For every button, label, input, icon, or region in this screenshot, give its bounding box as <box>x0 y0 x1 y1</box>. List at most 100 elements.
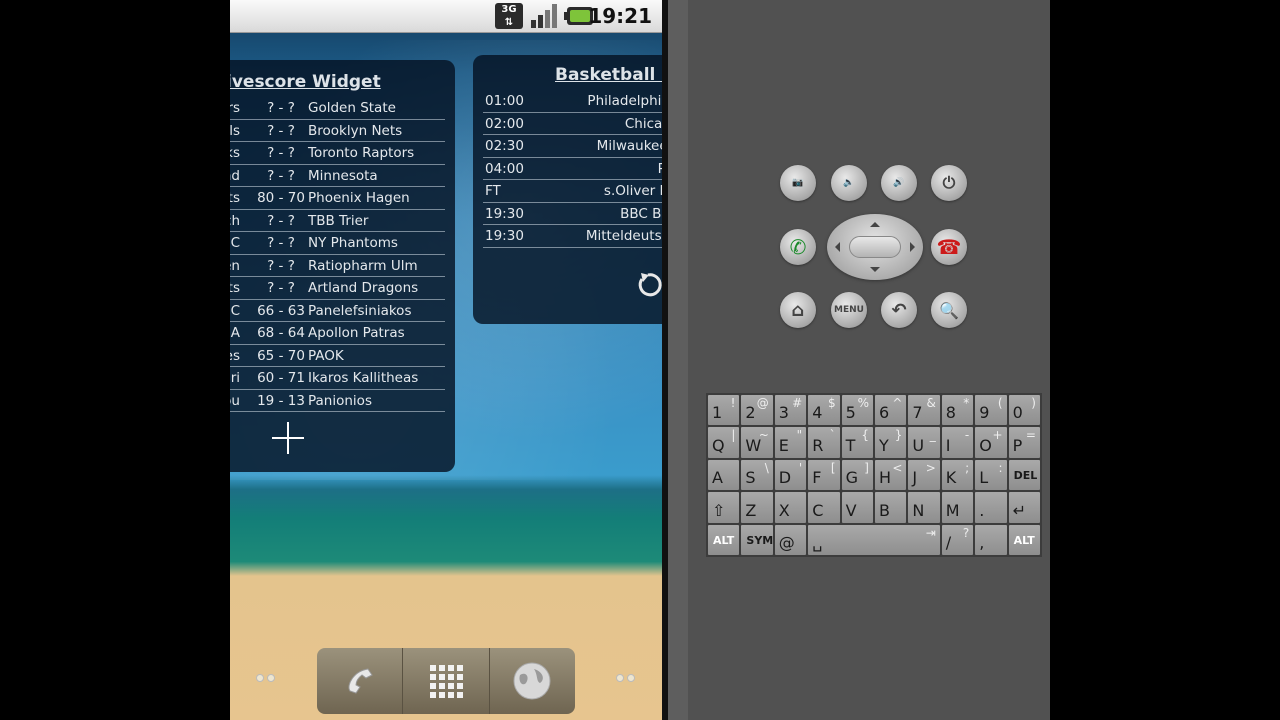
match-row[interactable]: rs ? - ? Golden State <box>230 97 445 120</box>
key-39[interactable]: ↵ <box>1008 492 1040 523</box>
camera-button[interactable]: 📷 <box>780 165 816 201</box>
key-41[interactable]: SYM <box>741 524 773 555</box>
key-12[interactable]: E " <box>774 427 807 458</box>
key-20[interactable]: A <box>708 459 740 491</box>
menu-button[interactable]: MENU <box>831 292 867 328</box>
key-36[interactable]: N <box>908 492 940 523</box>
key-22[interactable]: D ' <box>774 459 807 491</box>
dpad-up-arrow[interactable] <box>870 217 880 227</box>
match-row[interactable]: ch ? - ? TBB Trier <box>230 210 445 232</box>
key-21[interactable]: S \ <box>741 459 773 491</box>
score: ? - ? <box>267 167 295 184</box>
livescore-widget[interactable]: ivescore Widget rs ? - ? Golden State ls ? -… <box>230 60 455 472</box>
key-0[interactable]: 1! <box>708 395 740 426</box>
dock-app-drawer[interactable] <box>403 648 490 714</box>
call-button[interactable]: ✆ <box>780 229 816 265</box>
match-row[interactable]: ou 19 - 13Panionios <box>230 390 445 412</box>
match-row[interactable]: ri 60 - 71 Ikaros Kallitheas <box>230 367 445 390</box>
phone-screen[interactable]: 3G⇅ 19:21 ivescore Widget rs ? - ? Golden … <box>230 0 662 720</box>
key-24[interactable]: G] <box>841 459 873 491</box>
key-19[interactable]: P = <box>1008 427 1040 458</box>
key-34[interactable]: V <box>841 492 873 523</box>
dpad[interactable] <box>827 214 923 280</box>
key-16[interactable]: U _ <box>908 427 940 458</box>
match-row[interactable]: ts 80 - 70Phoenix Hagen <box>230 187 445 210</box>
key-6[interactable]: 7 & <box>908 395 940 426</box>
schedule-row[interactable]: 02:30 Milwaukee Buck <box>483 135 662 158</box>
key-11[interactable]: W ~ <box>741 427 773 458</box>
basketball-widget[interactable]: Basketball L 01:00 Philadelphia 76er 02:00… <box>473 55 662 324</box>
key-17[interactable]: I- <box>941 427 974 458</box>
match-row[interactable]: C 66 - 63 Panelefsiniakos <box>230 300 445 322</box>
key-alt-label: \ <box>764 460 769 475</box>
volume-up-button[interactable]: 🔊 <box>881 165 917 201</box>
home-button[interactable]: ⌂ <box>780 292 816 328</box>
key-44[interactable]: /? <box>941 524 974 555</box>
key-45[interactable]: , <box>975 524 1007 555</box>
widget-title: ivescore Widget <box>230 72 381 92</box>
add-icon[interactable] <box>270 420 306 456</box>
key-label: A <box>712 468 723 488</box>
schedule-row[interactable]: FT s.Oliver Basket <box>483 180 662 203</box>
page-indicator-right[interactable] <box>616 674 635 682</box>
key-46[interactable]: ALT <box>1008 524 1040 555</box>
key-label: ALT <box>1013 533 1035 547</box>
dpad-center[interactable] <box>849 236 901 258</box>
dock-browser[interactable] <box>490 648 575 714</box>
dock-phone[interactable] <box>317 648 404 714</box>
key-9[interactable]: 0) <box>1008 395 1040 426</box>
key-14[interactable]: T{ <box>841 427 873 458</box>
match-row[interactable]: C ? - ? NY Phantoms <box>230 232 445 255</box>
refresh-icon[interactable] <box>633 270 662 300</box>
key-29[interactable]: DEL <box>1008 459 1040 491</box>
back-button[interactable]: ↶ <box>881 292 917 328</box>
key-33[interactable]: C <box>808 492 840 523</box>
key-2[interactable]: 3 # <box>774 395 807 426</box>
end-call-button[interactable]: ☎ <box>931 229 967 265</box>
power-button[interactable]: ⏻ <box>931 165 967 201</box>
key-7[interactable]: 8 * <box>941 395 974 426</box>
dpad-down-arrow[interactable] <box>870 267 880 277</box>
match-row[interactable]: A 68 - 64 Apollon Patras <box>230 322 445 345</box>
volume-down-button[interactable]: 🔈 <box>831 165 867 201</box>
key-4[interactable]: 5% <box>841 395 873 426</box>
key-26[interactable]: J > <box>908 459 940 491</box>
dpad-right-arrow[interactable] <box>910 242 920 252</box>
key-40[interactable]: ALT <box>708 524 740 555</box>
dpad-left-arrow[interactable] <box>830 242 840 252</box>
key-25[interactable]: H < <box>874 459 907 491</box>
schedule-row[interactable]: 01:00 Philadelphia 76er <box>483 90 662 113</box>
key-18[interactable]: O + <box>975 427 1007 458</box>
key-5[interactable]: 6 ^ <box>874 395 907 426</box>
key-43[interactable]: ␣ ⇥ <box>808 524 940 555</box>
key-27[interactable]: K; <box>941 459 974 491</box>
match-row[interactable]: es 65 - 70PAOK <box>230 345 445 367</box>
schedule-row[interactable]: 19:30 Mitteldeutscher B <box>483 225 662 248</box>
match-row[interactable]: ls ? - ? Brooklyn Nets <box>230 120 445 142</box>
key-1[interactable]: 2 @ <box>741 395 773 426</box>
match-row[interactable]: nd ? - ? Minnesota <box>230 165 445 187</box>
key-13[interactable]: R ` <box>808 427 840 458</box>
schedule-row[interactable]: 19:30 BBC Bayreut <box>483 203 662 225</box>
match-row[interactable]: ks ? - ? Toronto Raptors <box>230 142 445 165</box>
key-35[interactable]: B <box>874 492 907 523</box>
key-10[interactable]: Q | <box>708 427 740 458</box>
key-42[interactable]: @ <box>774 524 807 555</box>
key-23[interactable]: F[ <box>808 459 840 491</box>
key-15[interactable]: Y} <box>874 427 907 458</box>
key-31[interactable]: Z <box>741 492 773 523</box>
key-3[interactable]: 4 $ <box>808 395 840 426</box>
page-indicator-left[interactable] <box>256 674 275 682</box>
key-28[interactable]: L: <box>975 459 1007 491</box>
schedule-row[interactable]: 02:00 Chicago Bul <box>483 113 662 135</box>
key-38[interactable]: . <box>975 492 1007 523</box>
key-8[interactable]: 9( <box>975 395 1007 426</box>
match-row[interactable]: en ? - ? Ratiopharm Ulm <box>230 255 445 277</box>
key-30[interactable]: ⇧ <box>708 492 740 523</box>
status-bar[interactable]: 3G ⇅ 19:21 <box>230 0 662 33</box>
match-row[interactable]: ts ? - ? Artland Dragons <box>230 277 445 300</box>
key-37[interactable]: M <box>941 492 974 523</box>
schedule-row[interactable]: 04:00 Portlan <box>483 158 662 180</box>
key-32[interactable]: X <box>774 492 807 523</box>
search-button[interactable]: 🔍 <box>931 292 967 328</box>
